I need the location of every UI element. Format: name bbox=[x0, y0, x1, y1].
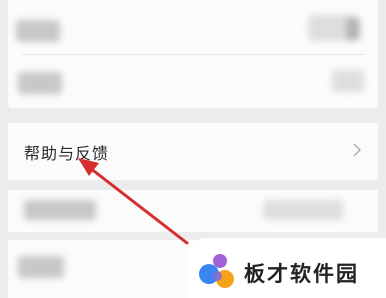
watermark-badge: 板才软件园 bbox=[188, 238, 386, 298]
watermark-text: 板才软件园 bbox=[244, 262, 359, 286]
bancai-logo-icon bbox=[199, 254, 234, 288]
